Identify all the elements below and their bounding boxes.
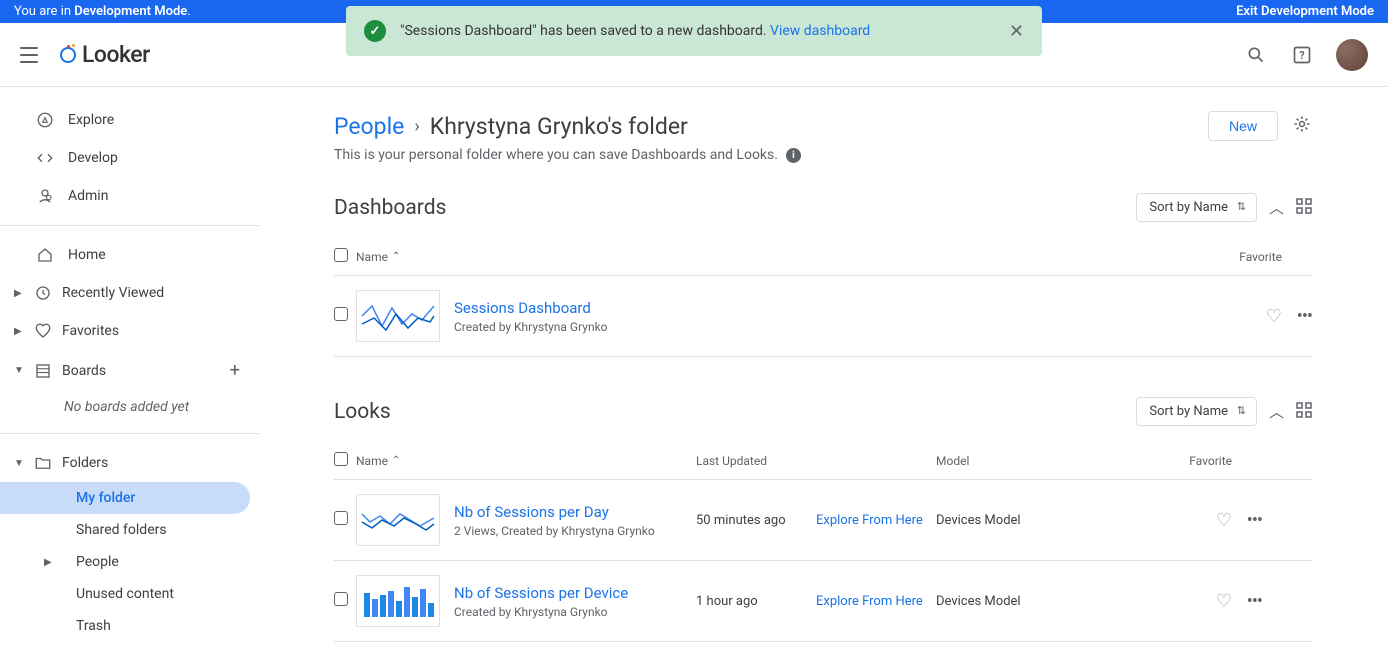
select-all-checkbox[interactable] [334,452,348,466]
caret-right-icon: ▶ [14,326,24,337]
svg-text:?: ? [1299,49,1304,62]
col-model-header[interactable]: Model [936,454,1172,468]
logo-icon [60,47,76,63]
exit-dev-mode-link[interactable]: Exit Development Mode [1236,4,1374,19]
sort-dashboards-select[interactable]: Sort by Name [1136,193,1257,222]
nav-unused-content[interactable]: Unused content [0,578,260,610]
sort-asc-icon: ⌃ [392,455,400,466]
row-checkbox[interactable] [334,511,348,525]
col-favorite-header: Favorite [1172,454,1232,468]
boards-empty-text: No boards added yet [0,391,260,423]
dashboards-table-header: Name ⌃ Favorite [334,238,1312,276]
dashboard-subtitle: Created by Khrystyna Grynko [454,320,1222,334]
look-title-link[interactable]: Nb of Sessions per Day [454,503,655,521]
dashboard-thumbnail [356,290,440,342]
nav-develop[interactable]: Develop [0,139,260,177]
new-button[interactable]: New [1208,111,1278,141]
col-favorite-header: Favorite [1222,250,1282,264]
add-board-button[interactable]: + [230,360,240,381]
nav-admin[interactable]: Admin [0,177,260,215]
collapse-icon[interactable]: ︿ [1269,401,1284,422]
home-icon [36,246,54,264]
view-dashboard-link[interactable]: View dashboard [770,23,870,39]
caret-down-icon: ▼ [14,458,24,469]
select-all-checkbox[interactable] [334,248,348,262]
collapse-icon[interactable]: ︿ [1269,197,1284,218]
close-icon[interactable]: ✕ [1009,21,1024,42]
dashboards-heading: Dashboards [334,196,446,220]
hamburger-icon[interactable] [20,43,44,67]
nav-explore[interactable]: Explore [0,101,260,139]
look-subtitle: 2 Views, Created by Khrystyna Grynko [454,524,655,538]
col-updated-header[interactable]: Last Updated [696,454,816,468]
dashboard-row: Sessions Dashboard Created by Khrystyna … [334,276,1312,357]
user-avatar[interactable] [1336,39,1368,71]
nav-home[interactable]: Home [0,236,260,274]
explore-from-here-link[interactable]: Explore From Here [816,513,923,528]
dashboard-title-link[interactable]: Sessions Dashboard [454,299,1222,317]
nav-shared-folders[interactable]: Shared folders [0,514,260,546]
look-updated: 50 minutes ago [696,513,816,528]
row-checkbox[interactable] [334,592,348,606]
looks-table-header: Name ⌃ Last Updated Model Favorite [334,442,1312,480]
nav-boards[interactable]: ▼ Boards + [0,350,260,391]
look-thumbnail [356,494,440,546]
logo-text: Looker [82,41,150,68]
look-model: Devices Model [936,594,1172,609]
heart-icon [34,322,52,340]
look-thumbnail [356,575,440,627]
board-icon [34,362,52,380]
nav-people[interactable]: ▶People [0,546,260,578]
admin-icon [36,187,54,205]
look-model: Devices Model [936,513,1172,528]
favorite-toggle[interactable]: ♡ [1216,591,1232,612]
dev-mode-text: You are in Development Mode. [14,4,191,19]
sort-looks-select[interactable]: Sort by Name [1136,397,1257,426]
explore-from-here-link[interactable]: Explore From Here [816,594,923,609]
caret-right-icon: ▶ [44,557,56,568]
look-subtitle: Created by Khrystyna Grynko [454,605,628,619]
caret-down-icon: ▼ [14,365,24,376]
caret-right-icon: ▶ [14,288,24,299]
check-icon: ✓ [364,20,386,42]
nav-folders[interactable]: ▼ Folders [0,444,260,482]
looks-heading: Looks [334,400,391,424]
look-updated: 1 hour ago [696,594,816,609]
look-row: Nb of Sessions per Day 2 Views, Created … [334,480,1312,561]
clock-icon [34,284,52,302]
nav-favorites[interactable]: ▶ Favorites [0,312,260,350]
toast-message: "Sessions Dashboard" has been saved to a… [400,23,995,39]
info-icon[interactable]: i [786,148,801,163]
nav-recently-viewed[interactable]: ▶ Recently Viewed [0,274,260,312]
nav-trash[interactable]: Trash [0,610,260,642]
grid-view-icon[interactable] [1296,402,1312,422]
search-icon[interactable] [1244,43,1268,67]
look-title-link[interactable]: Nb of Sessions per Device [454,584,628,602]
col-name-header[interactable]: Name ⌃ [356,250,676,264]
row-checkbox[interactable] [334,307,348,321]
nav-my-folder[interactable]: My folder [0,482,250,514]
compass-icon [36,111,54,129]
toast-notification: ✓ "Sessions Dashboard" has been saved to… [346,6,1042,56]
looker-logo[interactable]: Looker [60,41,150,68]
breadcrumb-people-link[interactable]: People [334,113,404,140]
sort-asc-icon: ⌃ [392,251,400,262]
code-icon [36,149,54,167]
look-row: Nb of Sessions per Device Created by Khr… [334,561,1312,642]
grid-view-icon[interactable] [1296,198,1312,218]
more-menu[interactable]: ••• [1297,306,1312,327]
help-icon[interactable]: ? [1290,43,1314,67]
chevron-right-icon: › [414,116,419,137]
favorite-toggle[interactable]: ♡ [1216,510,1232,531]
gear-icon[interactable] [1292,114,1312,138]
favorite-toggle[interactable]: ♡ [1266,306,1282,327]
folder-description: This is your personal folder where you c… [334,147,778,163]
page-title: Khrystyna Grynko's folder [430,113,688,140]
more-menu[interactable]: ••• [1247,591,1262,612]
col-name-header[interactable]: Name ⌃ [356,454,696,468]
more-menu[interactable]: ••• [1247,510,1262,531]
sidebar: Explore Develop Admin Home ▶ Recently Vi… [0,87,260,666]
folder-icon [34,454,52,472]
main-content: People › Khrystyna Grynko's folder New T… [260,87,1388,666]
